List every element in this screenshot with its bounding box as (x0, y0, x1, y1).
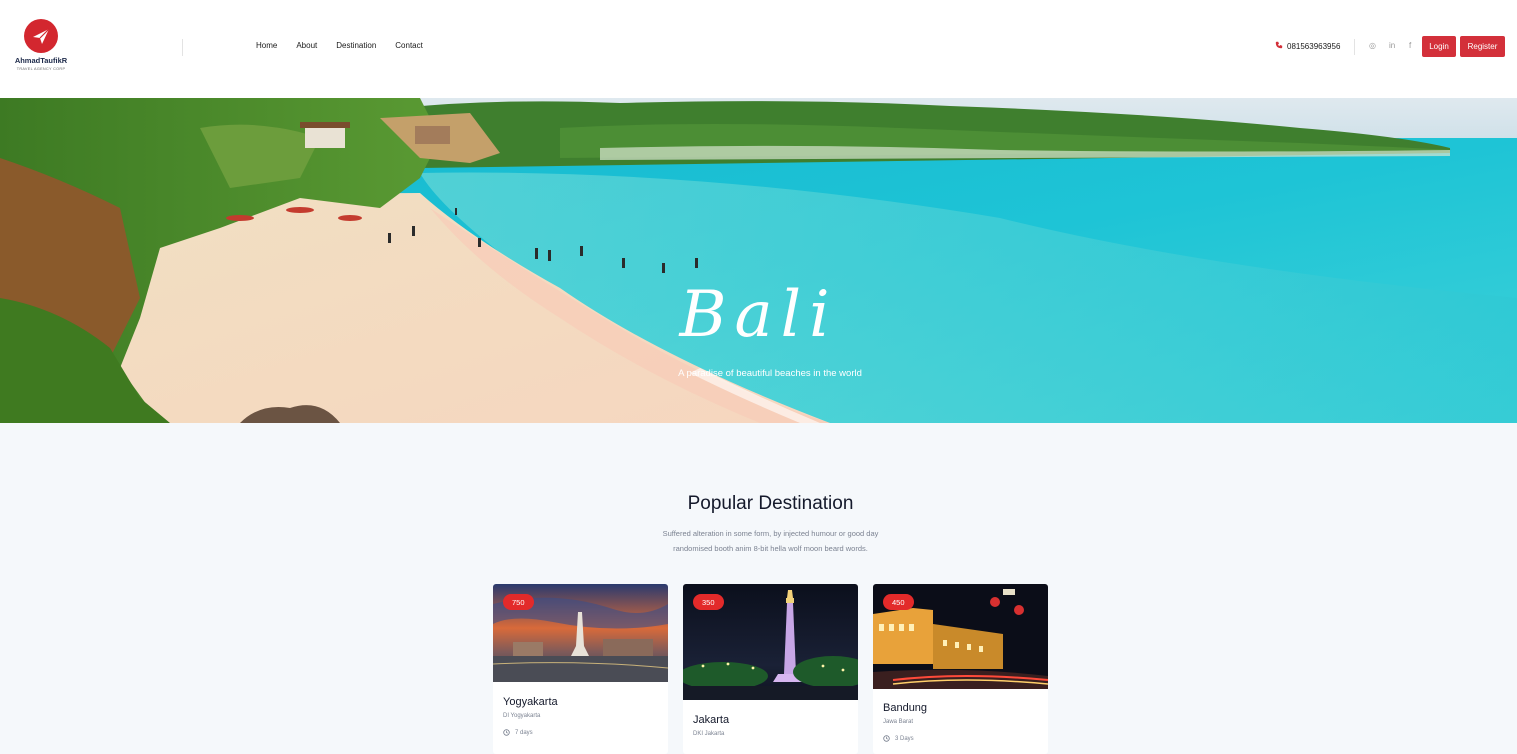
destination-duration: 3 Days (883, 735, 914, 742)
destination-duration: 7 days (503, 729, 533, 736)
header-divider (182, 39, 183, 56)
facebook-icon[interactable]: f (1409, 41, 1411, 50)
nav-home[interactable]: Home (256, 41, 277, 50)
destination-region: DKI Jakarta (693, 731, 725, 737)
hero-banner: Bali A paradise of beautiful beaches in … (0, 98, 1517, 423)
price-badge: 750 (503, 594, 534, 610)
nav-contact[interactable]: Contact (395, 41, 423, 50)
destination-region: DI Yogyakarta (503, 713, 541, 719)
paper-plane-icon (24, 19, 58, 53)
price-badge: 350 (693, 594, 724, 610)
clock-icon (883, 735, 890, 742)
site-header: AhmadTaufikR TRAVEL AGENCY CORP Home Abo… (0, 0, 1517, 98)
register-button[interactable]: Register (1460, 36, 1505, 57)
price-badge: 450 (883, 594, 914, 610)
destination-name[interactable]: Jakarta (693, 714, 729, 726)
brand-name: AhmadTaufikR (14, 56, 68, 65)
main-nav: Home About Destination Contact (256, 41, 442, 50)
section-description: Suffered alteration in some form, by inj… (0, 526, 1517, 556)
destination-card-yogyakarta[interactable]: 750 Yogyakarta DI Yogyakarta 7 days (493, 584, 668, 754)
phone-icon (1275, 41, 1283, 51)
hero-subtitle: A paradise of beautiful beaches in the w… (678, 368, 862, 379)
duration-text: 7 days (515, 729, 533, 736)
section-title: Popular Destination (687, 493, 854, 514)
destination-card-jakarta[interactable]: 350 Jakarta DKI Jakarta (683, 584, 858, 754)
nav-about[interactable]: About (296, 41, 317, 50)
brand-logo[interactable]: AhmadTaufikR TRAVEL AGENCY CORP (10, 19, 72, 77)
instagram-icon[interactable]: ◎ (1369, 41, 1376, 50)
destination-name[interactable]: Yogyakarta (503, 696, 558, 708)
header-divider-right (1354, 39, 1355, 55)
duration-text: 3 Days (895, 735, 914, 742)
destination-name[interactable]: Bandung (883, 702, 927, 714)
destination-region: Jawa Barat (883, 719, 914, 725)
linkedin-icon[interactable]: in (1389, 41, 1395, 50)
nav-destination[interactable]: Destination (336, 41, 376, 50)
clock-icon (503, 729, 510, 736)
section-description-line1: Suffered alteration in some form, by inj… (662, 529, 879, 538)
phone-number: 081563963956 (1287, 41, 1341, 51)
brand-tagline: TRAVEL AGENCY CORP (16, 67, 66, 71)
section-description-line2: randomised booth anim 8-bit hella wolf m… (673, 544, 868, 553)
hero-title: Bali (679, 278, 838, 352)
login-button[interactable]: Login (1422, 36, 1456, 57)
contact-phone[interactable]: 081563963956 (1275, 41, 1340, 51)
destination-card-bandung[interactable]: 450 Bandung Jawa Barat 3 Days (873, 584, 1048, 754)
